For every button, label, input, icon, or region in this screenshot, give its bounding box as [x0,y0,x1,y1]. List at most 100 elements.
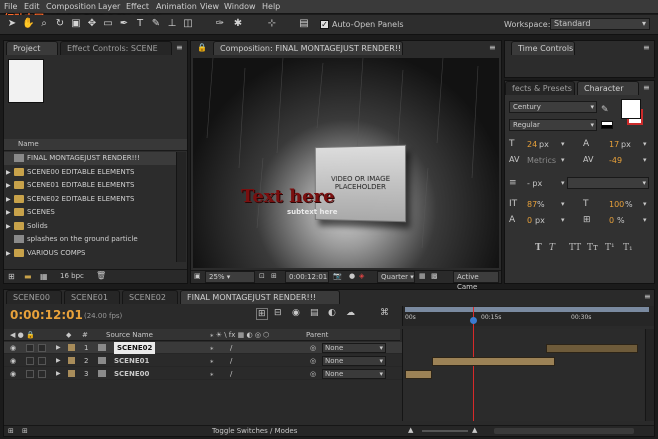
collapse-transform-icon[interactable]: ⁎ [210,368,214,380]
tsume-value[interactable]: 0 [609,216,614,225]
kerning-value[interactable]: Metrics [527,156,556,165]
faux-italic-icon[interactable]: T [549,243,555,253]
menu-view[interactable]: View [200,2,219,11]
zoom-select[interactable]: 25% ▾ [205,271,255,283]
work-area-bar[interactable] [405,307,649,312]
panel-menu-icon[interactable]: ≡ [643,83,650,92]
tab-final-montage[interactable]: FINAL MONTAGEJUST RENDER!!! [180,290,340,304]
brainstorm-icon[interactable]: ☁ [346,308,355,318]
comp-mini-flowchart-icon[interactable]: ⊞ [256,308,268,320]
label-color-swatch[interactable] [68,344,75,351]
menu-animation[interactable]: Animation [156,2,197,11]
font-family-select[interactable]: Century ▾ [509,101,597,113]
baseline-shift-value[interactable]: 0 [527,216,532,225]
table-row[interactable]: ◉ ▶ 2 SCENE01 ⁎ / ◎ None ▾ [4,355,404,367]
toggle-switches-modes[interactable]: Toggle Switches / Modes [212,427,297,435]
pen-tool-icon[interactable]: ✒ [118,18,130,30]
disclosure-arrow-icon[interactable]: ▶ [6,206,11,219]
tab-time-controls[interactable]: Time Controls [511,41,575,55]
menu-help[interactable]: Help [262,2,280,11]
tracking-value[interactable]: -49 [609,156,622,165]
type-tool-icon[interactable]: T [134,18,146,30]
options-icon[interactable]: ▤ [298,18,310,30]
panel-menu-icon[interactable]: ≡ [644,292,651,301]
eraser-tool-icon[interactable]: ◫ [182,18,194,30]
roto-tool-icon[interactable]: ✑ [214,18,226,30]
expand-transfer-icon[interactable]: ⊞ [22,427,28,435]
list-item[interactable]: ▶ SCENES [4,206,176,219]
snapshot-icon[interactable]: 📷 [333,272,342,280]
layer-name[interactable]: SCENE01 [114,355,149,367]
pickwhip-icon[interactable]: ◎ [310,342,316,354]
list-item[interactable]: FINAL MONTAGEJUST RENDER!!! [4,152,176,165]
always-preview-icon[interactable]: ▣ [194,272,201,280]
pin-tool-icon[interactable]: ⊹ [266,18,278,30]
pickwhip-icon[interactable]: ◎ [310,368,316,380]
faux-bold-icon[interactable]: T [535,243,542,253]
subscript-icon[interactable]: T₁ [623,243,633,253]
expand-arrow-icon[interactable]: ▶ [56,368,61,380]
workspace-select[interactable]: Standard ▾ [550,18,650,30]
bpc-label[interactable]: 16 bpc [60,272,84,280]
quality-slash-icon[interactable]: / [230,342,232,354]
pan-behind-tool-icon[interactable]: ✥ [86,18,98,30]
no-fill-icon[interactable] [601,121,613,129]
horizontal-scale-value[interactable]: 100 [609,200,624,209]
expand-arrow-icon[interactable]: ▶ [56,355,61,367]
chevron-down-icon[interactable]: ▾ [561,156,565,164]
zoom-out-icon[interactable]: ▲ [408,426,413,434]
composition-viewer[interactable]: VIDEO OR IMAGE PLACEHOLDER Text here sub… [193,58,499,268]
camera-select[interactable]: Active Came [453,271,499,291]
comp-timecode[interactable]: 0:00:12:01 [285,271,329,283]
region-icon[interactable]: ▦ [419,272,426,280]
solo-checkbox[interactable] [26,344,34,352]
lock-checkbox[interactable] [38,357,46,365]
small-caps-icon[interactable]: Tт [587,243,598,253]
rotate-tool-icon[interactable]: ↻ [54,18,66,30]
tab-composition[interactable]: Composition: FINAL MONTAGEJUST RENDER!!! [213,41,403,55]
layer-duration-bar[interactable] [545,344,638,353]
video-toggle-eye-icon[interactable]: ◉ [10,342,16,354]
clone-tool-icon[interactable]: ⊥ [166,18,178,30]
auto-open-checkbox[interactable]: ✓ [320,20,329,29]
hand-tool-icon[interactable]: ✋ [22,18,34,30]
safe-zones-icon[interactable]: ⊡ [259,272,265,280]
panel-menu-icon[interactable]: ≡ [176,43,183,52]
zoom-in-icon[interactable]: ▲ [472,426,477,434]
list-item[interactable]: ▶ SCENE00 EDITABLE ELEMENTS [4,166,176,179]
list-item[interactable]: ▶ SCENE01 EDITABLE ELEMENTS [4,179,176,192]
timeline-hscrollbar[interactable] [494,428,634,434]
stroke-order-select[interactable]: ▾ [567,177,649,189]
video-toggle-eye-icon[interactable]: ◉ [10,368,16,380]
expand-layer-switches-icon[interactable]: ⊞ [8,427,14,435]
resolution-select[interactable]: Quarter ▾ [377,271,415,283]
name-column-header[interactable]: Name [4,139,187,151]
font-size-value[interactable]: 24 [527,140,537,149]
collapse-transform-icon[interactable]: ⁎ [210,355,214,367]
transparency-grid-icon[interactable]: ▩ [431,272,438,280]
draft-3d-icon[interactable]: ⊟ [274,308,282,318]
chevron-down-icon[interactable]: ▾ [561,140,565,148]
parent-select[interactable]: None ▾ [322,356,386,366]
chevron-down-icon[interactable]: ▾ [643,140,647,148]
lock-icon[interactable]: 🔒 [197,43,207,52]
video-toggle-eye-icon[interactable]: ◉ [10,355,16,367]
font-style-select[interactable]: Regular ▾ [509,119,597,131]
mask-tool-icon[interactable]: ▭ [102,18,114,30]
label-color-swatch[interactable] [68,370,75,377]
list-item[interactable]: ▶ Solids [4,220,176,233]
disclosure-arrow-icon[interactable]: ▶ [6,193,11,206]
time-ruler[interactable]: 00s 00:15s 00:30s [402,306,654,326]
layer-name[interactable]: SCENE02 [114,342,156,354]
vertical-scale-value[interactable]: 87 [527,200,537,209]
panel-menu-icon[interactable]: ≡ [643,43,650,52]
layer-duration-bar[interactable] [405,370,433,379]
chevron-down-icon[interactable]: ▾ [561,216,565,224]
time-zoom-slider[interactable] [422,430,468,432]
tab-effect-controls[interactable]: Effect Controls: SCENE [60,41,172,55]
layer-duration-bar[interactable] [432,357,556,366]
eyedropper-icon[interactable]: ✎ [601,105,609,115]
selection-tool-icon[interactable]: ➤ [6,18,18,30]
chevron-down-icon[interactable]: ▾ [561,179,565,187]
stroke-width-value[interactable]: - px [527,179,542,188]
